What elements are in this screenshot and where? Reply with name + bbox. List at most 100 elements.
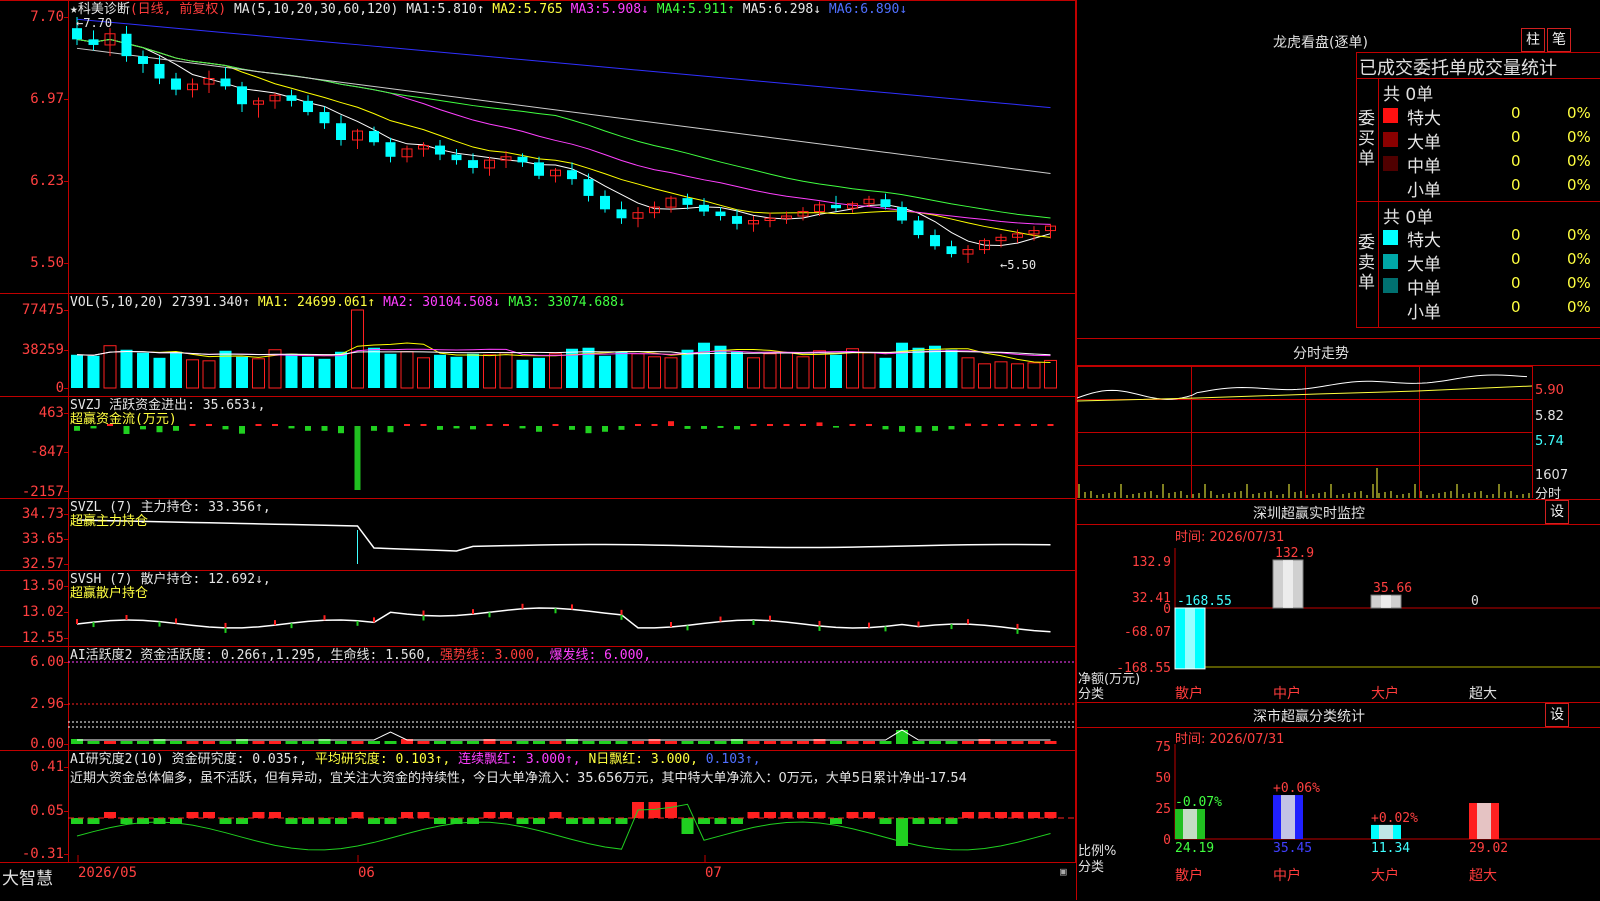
flow-bar	[470, 426, 476, 430]
stock-name[interactable]: 科美诊断	[78, 2, 130, 17]
lhb-subtitle: 已成交委托单成交量统计	[1359, 58, 1557, 79]
research-bar	[533, 818, 545, 824]
candle-body	[946, 246, 957, 255]
buy-row: 中单 0 0%	[1383, 152, 1600, 177]
candle-body	[880, 199, 891, 208]
svzj-sub: 超赢资金流(万元)	[70, 412, 177, 427]
sell-row-name: 中单	[1407, 279, 1441, 299]
candle-body	[831, 204, 841, 209]
ai-activity-y-tick: 0.00	[30, 736, 64, 752]
sell-row-name: 小单	[1407, 303, 1441, 323]
research-bar	[434, 818, 446, 824]
volume-bar	[400, 351, 414, 389]
svzl-header[interactable]: SVZL (7) 主力持仓: 33.356↑,	[70, 500, 271, 515]
volume-bar	[87, 355, 100, 388]
flow-bar	[437, 426, 443, 430]
ai-comment: 近期大资金总体偏多，虽不活跃，但有异动，宜关注大资金的持续性，今日大单净流入：3…	[70, 771, 967, 786]
favorite-star-icon[interactable]: ★	[70, 2, 78, 17]
research-bar	[318, 818, 331, 824]
lock-icon[interactable]: ▣	[1060, 865, 1067, 878]
ma-params[interactable]: MA(5,10,20,30,60,120)	[234, 2, 398, 17]
bar-mode-button[interactable]: 柱	[1521, 28, 1545, 52]
volume-bar	[351, 309, 364, 389]
intraday-chart[interactable]	[1077, 366, 1600, 498]
svsh-header[interactable]: SVSH (7) 散户持仓: 12.692↓,	[70, 572, 271, 587]
flow-bar	[717, 426, 724, 428]
activity-bar	[104, 741, 116, 744]
volume-bar	[318, 358, 331, 388]
monitor-settings-button[interactable]: 设	[1545, 500, 1569, 524]
chart-area[interactable]: ★科美诊断(日线, 前复权) MA(5,10,20,30,60,120) MA1…	[0, 0, 1076, 862]
activity-bar	[929, 741, 941, 744]
buy-row-name: 特大	[1407, 109, 1441, 129]
ma60-line	[76, 47, 1051, 175]
ai-activity-value: AI活跃度2 资金活跃度: 0.266↑,1.295,	[70, 648, 323, 663]
flow-bar	[651, 424, 658, 426]
class-y-tick: 0	[1163, 833, 1171, 848]
ai-activity-header[interactable]: AI活跃度2 资金活跃度: 0.266↑,1.295, 生命线: 1.560, …	[70, 648, 651, 663]
activity-bar	[87, 741, 100, 744]
tick-mode-button[interactable]: 笔	[1547, 28, 1571, 52]
vol-params[interactable]: VOL(5,10,20)	[70, 295, 164, 310]
flow-bar	[816, 422, 823, 426]
sell-row-count: 0	[1511, 226, 1521, 244]
candle-body	[715, 211, 726, 217]
research-bar	[780, 812, 793, 818]
activity-bar	[912, 741, 925, 744]
volume-bar	[450, 356, 463, 388]
research-bar	[483, 812, 496, 818]
volume-bar	[384, 353, 397, 388]
research-bar	[368, 818, 380, 824]
flow-bar	[668, 421, 674, 426]
activity-bar	[879, 741, 892, 744]
chart-canvas[interactable]	[0, 0, 1076, 862]
candle-body	[930, 235, 940, 247]
sell-row: 中单 0 0%	[1383, 274, 1600, 299]
ma120-line	[76, 18, 1051, 109]
monitor-value-label: 35.66	[1373, 581, 1412, 596]
sell-row: 小单 0 0%	[1383, 298, 1600, 323]
buy-row-pct: 0%	[1567, 128, 1591, 146]
svsh-y-tick: 12.55	[21, 630, 64, 646]
volume-bar	[879, 357, 892, 388]
activity-bar	[203, 741, 215, 744]
right-panel: 龙虎看盘(逐单) 柱 笔 已成交委托单成交量统计 委买单 委卖单 共 0单 共 …	[1076, 0, 1600, 900]
activity-bar	[615, 741, 628, 744]
flow-bar	[503, 424, 509, 426]
volume-bar	[830, 354, 842, 388]
burst-line-value: 爆发线: 6.000,	[549, 648, 652, 663]
buy-total: 共 0单	[1383, 85, 1434, 105]
ai-research-header[interactable]: AI研究度2(10) 资金研究度: 0.035↑, 平均研究度: 0.103↑,…	[70, 752, 761, 767]
research-bar	[912, 818, 925, 824]
activity-bar	[962, 741, 974, 744]
candle-body	[732, 216, 742, 224]
flow-bar	[536, 426, 542, 432]
activity-bar	[417, 741, 430, 744]
research-bar	[665, 802, 677, 818]
intraday-avg-line	[1077, 385, 1533, 402]
flow-bar	[288, 426, 295, 429]
candle-body	[237, 86, 247, 105]
volume-bar	[961, 357, 975, 389]
class-bar-shine	[1281, 795, 1295, 839]
period-label[interactable]: (日线, 前复权)	[130, 2, 226, 17]
monitor-x-label: 分类	[1078, 687, 1105, 702]
volume-bar	[170, 351, 182, 388]
flow-bar	[783, 424, 790, 426]
research-bar	[1011, 812, 1024, 818]
ma6-value: 6.890↓	[860, 2, 908, 17]
x-label-may: 2026/05	[78, 865, 138, 881]
ma4-value: 5.911↑	[688, 2, 735, 17]
candle-body	[154, 63, 165, 79]
research-bar	[467, 818, 479, 824]
ma4-label: MA4:	[656, 2, 688, 17]
activity-bar	[549, 741, 562, 744]
svzj-header[interactable]: SVZJ 活跃资金进出: 35.653↓,	[70, 398, 265, 413]
volume-bar	[994, 361, 1008, 389]
activity-bar	[186, 741, 199, 744]
brand-label[interactable]: 大智慧	[2, 864, 53, 889]
volume-bar	[483, 354, 496, 389]
volume-bar	[516, 359, 529, 388]
flow-bar	[965, 423, 971, 426]
lhb-title: 龙虎看盘(逐单)	[1273, 35, 1368, 51]
